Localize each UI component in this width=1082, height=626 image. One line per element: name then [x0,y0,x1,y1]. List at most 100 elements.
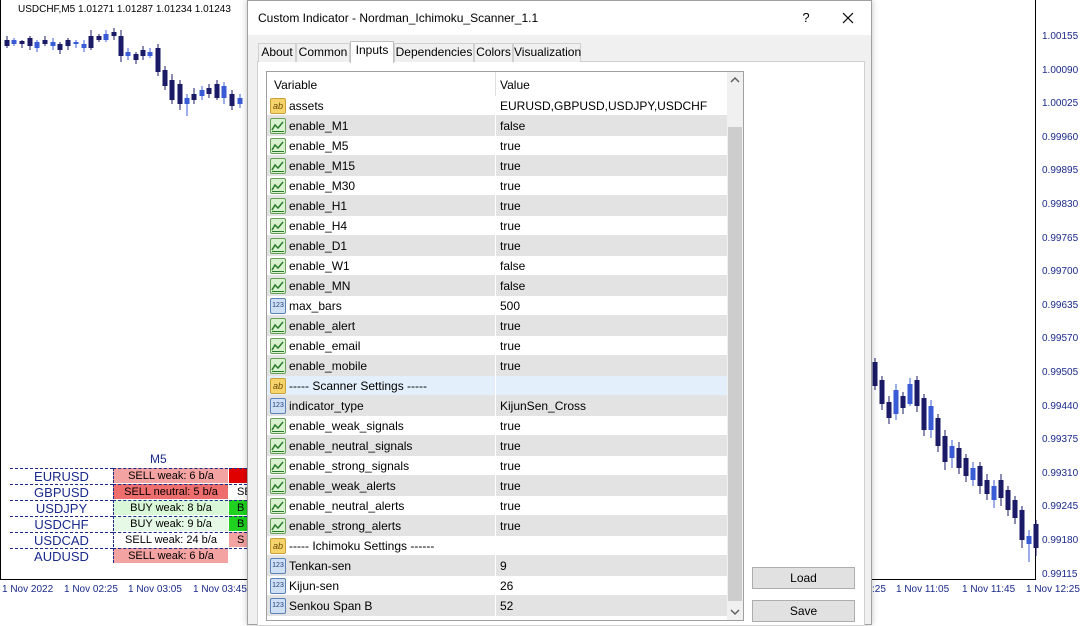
cell-divider [495,476,496,496]
scrollbar-thumb[interactable] [728,127,742,601]
string-type-icon: ab [270,378,286,394]
number-type-icon: 123 [270,398,286,414]
price-tick-label: 0.99375 [1042,434,1079,446]
time-tick-label: 1 Nov 11:05 [896,584,950,595]
tab-inputs[interactable]: Inputs [350,41,394,63]
input-row[interactable]: enable_M30 true [267,176,727,196]
cell-divider [495,436,496,456]
input-value[interactable]: true [500,159,521,173]
input-value[interactable]: true [500,319,521,333]
input-row[interactable]: enable_M5 true [267,136,727,156]
input-value[interactable]: true [500,139,521,153]
input-value[interactable]: true [500,459,521,473]
candle [125,52,131,56]
input-row[interactable]: ab ----- Scanner Settings ----- [267,376,727,396]
column-divider[interactable] [495,72,496,96]
input-row[interactable]: enable_weak_signals true [267,416,727,436]
scroll-down-button[interactable] [727,603,743,620]
input-value[interactable]: 9 [500,559,507,573]
input-row[interactable]: enable_neutral_alerts true [267,496,727,516]
load-button[interactable]: Load [752,567,855,589]
input-value[interactable]: 26 [500,579,513,593]
input-row[interactable]: ab assets EURUSD,GBPUSD,USDJPY,USDCHF [267,96,727,116]
scanner-symbol: USDCHF [10,516,113,532]
input-row[interactable]: enable_D1 true [267,236,727,256]
price-tick-label: 1.00090 [1042,64,1079,76]
input-value[interactable]: 500 [500,299,520,313]
scanner-next-timeframe-signal: S [229,532,247,547]
input-row[interactable]: 123 Senkou Span B 52 [267,596,727,616]
input-row[interactable]: enable_mobile true [267,356,727,376]
input-row[interactable]: enable_strong_alerts true [267,516,727,536]
input-row[interactable]: enable_M1 false [267,116,727,136]
price-tick-label: 0.99895 [1042,165,1079,177]
input-value[interactable]: 52 [500,599,513,613]
input-row[interactable]: enable_W1 false [267,256,727,276]
input-variable-name: Senkou Span B [289,599,373,613]
tab-dependencies[interactable]: Dependencies [394,43,474,62]
input-value[interactable]: true [500,339,521,353]
input-row[interactable]: enable_H1 true [267,196,727,216]
tab-about[interactable]: About [258,43,296,62]
input-row[interactable]: enable_weak_alerts true [267,476,727,496]
input-row[interactable]: 123 Kijun-sen 26 [267,576,727,596]
input-value[interactable]: true [500,199,521,213]
input-value[interactable]: true [500,519,521,533]
help-button[interactable]: ? [796,7,816,29]
input-value[interactable]: false [500,119,525,133]
input-value[interactable]: true [500,419,521,433]
input-row[interactable]: enable_M15 true [267,156,727,176]
input-row[interactable]: enable_alert true [267,316,727,336]
chevron-up-icon [730,76,740,83]
tab-common[interactable]: Common [296,43,350,62]
input-variable-name: enable_W1 [289,259,350,273]
vertical-scrollbar[interactable] [727,72,743,620]
input-row[interactable]: ab ----- Ichimoku Settings ------ [267,536,727,556]
cell-divider [495,236,496,256]
candle [886,402,892,418]
cell-divider [495,596,496,616]
candle [118,36,124,56]
save-button[interactable]: Save [752,600,855,622]
input-row[interactable]: 123 indicator_type KijunSen_Cross [267,396,727,416]
input-value[interactable]: false [500,259,525,273]
input-value[interactable]: KijunSen_Cross [500,399,586,413]
input-variable-name: enable_M30 [289,179,356,193]
bool-type-icon [270,158,286,174]
scroll-up-button[interactable] [727,72,743,89]
candle [103,34,109,40]
tab-colors[interactable]: Colors [474,43,513,62]
input-row[interactable]: enable_neutral_signals true [267,436,727,456]
input-variable-name: enable_alert [289,319,356,333]
input-row[interactable]: 123 Tenkan-sen 9 [267,556,727,576]
input-row[interactable]: enable_strong_signals true [267,456,727,476]
candle [73,42,79,44]
input-row[interactable]: enable_MN false [267,276,727,296]
input-variable-name: enable_mobile [289,359,368,373]
input-value[interactable]: true [500,479,521,493]
bool-type-icon [270,138,286,154]
close-button[interactable] [836,7,860,29]
bool-type-icon [270,258,286,274]
scanner-row: EURUSD SELL weak: 6 b/a [10,468,247,484]
input-row[interactable]: enable_H4 true [267,216,727,236]
input-value[interactable]: true [500,179,521,193]
input-value[interactable]: EURUSD,GBPUSD,USDJPY,USDCHF [500,99,707,113]
input-value[interactable]: true [500,219,521,233]
column-header-value[interactable]: Value [500,78,530,92]
input-value[interactable]: true [500,499,521,513]
input-value[interactable]: true [500,359,521,373]
column-header-variable[interactable]: Variable [274,78,317,92]
input-value[interactable]: true [500,439,521,453]
input-row[interactable]: enable_email true [267,336,727,356]
tab-visualization[interactable]: Visualization [513,43,581,62]
input-value[interactable]: true [500,239,521,253]
inputs-grid[interactable]: Variable Value ab assets EURUSD,GBPUSD,USD… [266,71,744,621]
bool-type-icon [270,278,286,294]
candle [998,480,1004,498]
input-value[interactable]: false [500,279,525,293]
dialog-titlebar[interactable]: Custom Indicator - Nordman_Ichimoku_Scan… [248,1,871,35]
candle [111,32,117,36]
time-tick-label: 1 Nov 03:05 [128,584,182,595]
input-row[interactable]: 123 max_bars 500 [267,296,727,316]
